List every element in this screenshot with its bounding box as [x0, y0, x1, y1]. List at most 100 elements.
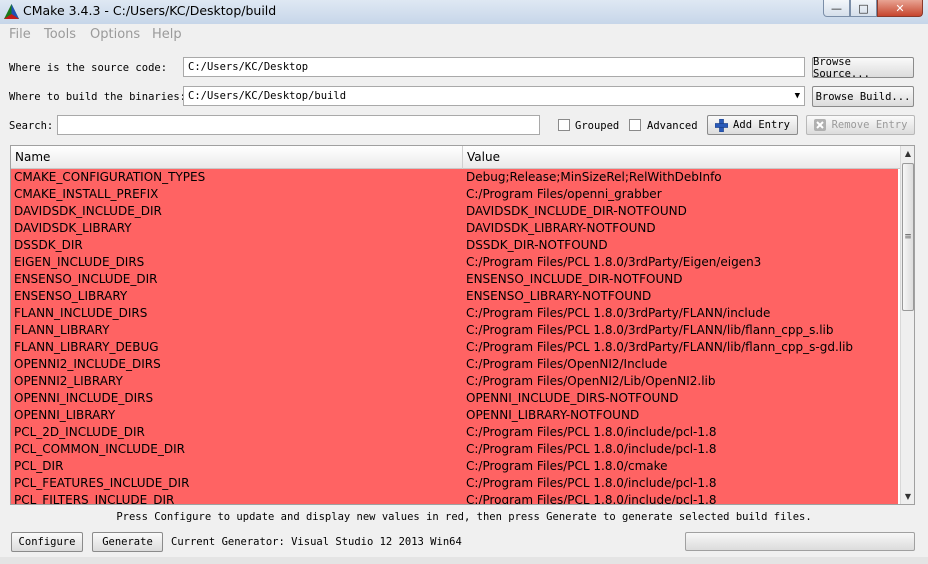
table-row[interactable]: OPENNI_INCLUDE_DIRS OPENNI_INCLUDE_DIRS-N…	[11, 390, 898, 407]
cell-name: DSSDK_DIR	[14, 238, 83, 252]
progress-bar	[685, 532, 915, 551]
table-row[interactable]: CMAKE_INSTALL_PREFIX C:/Program Files/ope…	[11, 186, 898, 203]
browse-build-button[interactable]: Browse Build...	[812, 86, 914, 107]
scroll-up-arrow-icon[interactable]: ▲	[901, 146, 914, 161]
scroll-thumb[interactable]: ≡	[902, 163, 914, 311]
table-row[interactable]: FLANN_LIBRARY_DEBUG C:/Program Files/PCL …	[11, 339, 898, 356]
cell-name: EIGEN_INCLUDE_DIRS	[14, 255, 145, 269]
cell-name: DAVIDSDK_LIBRARY	[14, 221, 132, 235]
build-path-combobox[interactable]: C:/Users/KC/Desktop/build ▼	[183, 86, 805, 106]
cell-name: CMAKE_INSTALL_PREFIX	[14, 187, 159, 201]
menu-help[interactable]: Help	[152, 27, 182, 42]
dropdown-arrow-icon[interactable]: ▼	[795, 89, 800, 104]
cell-value: C:/Program Files/openni_grabber	[466, 187, 662, 201]
cell-name: FLANN_LIBRARY	[14, 323, 110, 337]
remove-entry-button[interactable]: Remove Entry	[806, 115, 915, 135]
table-row[interactable]: DAVIDSDK_INCLUDE_DIR DAVIDSDK_INCLUDE_DIR…	[11, 203, 898, 220]
table-row[interactable]: OPENNI2_INCLUDE_DIRS C:/Program Files/Ope…	[11, 356, 898, 373]
cell-name: PCL_FILTERS_INCLUDE_DIR	[14, 493, 175, 505]
table-row[interactable]: EIGEN_INCLUDE_DIRS C:/Program Files/PCL 1…	[11, 254, 898, 271]
current-generator-label: Current Generator: Visual Studio 12 2013…	[171, 536, 462, 548]
cell-name: PCL_COMMON_INCLUDE_DIR	[14, 442, 185, 456]
generate-button[interactable]: Generate	[92, 532, 163, 552]
table-header: Name Value	[11, 146, 900, 169]
cell-value: C:/Program Files/PCL 1.8.0/3rdParty/FLAN…	[466, 306, 771, 320]
plus-icon	[715, 118, 729, 132]
table-row[interactable]: PCL_FEATURES_INCLUDE_DIR C:/Program Files…	[11, 475, 898, 492]
minimize-icon: —	[831, 1, 842, 15]
search-input[interactable]	[57, 115, 540, 135]
cell-name: FLANN_LIBRARY_DEBUG	[14, 340, 159, 354]
cell-name: PCL_2D_INCLUDE_DIR	[14, 425, 145, 439]
maximize-button[interactable]: □	[850, 0, 877, 17]
minimize-button[interactable]: —	[823, 0, 850, 17]
window-title: CMake 3.4.3 - C:/Users/KC/Desktop/build	[23, 3, 277, 18]
cell-name: CMAKE_CONFIGURATION_TYPES	[14, 170, 206, 184]
table-row[interactable]: FLANN_LIBRARY C:/Program Files/PCL 1.8.0/…	[11, 322, 898, 339]
cmake-logo-icon	[4, 4, 19, 19]
advanced-checkbox[interactable]	[629, 119, 641, 131]
maximize-icon: □	[858, 1, 869, 15]
cell-name: OPENNI2_LIBRARY	[14, 374, 123, 388]
table-row[interactable]: ENSENSO_INCLUDE_DIR ENSENSO_INCLUDE_DIR-N…	[11, 271, 898, 288]
menu-tools[interactable]: Tools	[44, 27, 76, 42]
remove-icon	[813, 119, 826, 131]
menu-options[interactable]: Options	[90, 27, 140, 42]
cell-value: DSSDK_DIR-NOTFOUND	[466, 238, 608, 252]
cell-name: FLANN_INCLUDE_DIRS	[14, 306, 148, 320]
close-icon: ✕	[895, 1, 905, 15]
hint-text: Press Configure to update and display ne…	[116, 511, 812, 523]
cache-table[interactable]: Name Value CMAKE_CONFIGURATION_TYPES Debu…	[10, 145, 915, 505]
table-row[interactable]: DSSDK_DIR DSSDK_DIR-NOTFOUND	[11, 237, 898, 254]
cell-name: PCL_DIR	[14, 459, 64, 473]
cell-value: C:/Program Files/PCL 1.8.0/include/pcl-1…	[466, 425, 717, 439]
column-header-value[interactable]: Value	[467, 150, 500, 164]
source-path-input[interactable]: C:/Users/KC/Desktop	[183, 57, 805, 77]
grouped-checkbox[interactable]	[558, 119, 570, 131]
grouped-label: Grouped	[575, 120, 620, 132]
browse-source-button[interactable]: Browse Source...	[812, 56, 914, 80]
cell-name: OPENNI_LIBRARY	[14, 408, 116, 422]
scroll-down-arrow-icon[interactable]: ▼	[901, 489, 914, 504]
configure-button[interactable]: Configure	[11, 532, 83, 552]
cell-name: DAVIDSDK_INCLUDE_DIR	[14, 204, 162, 218]
cell-value: C:/Program Files/PCL 1.8.0/cmake	[466, 459, 668, 473]
table-row[interactable]: OPENNI_LIBRARY OPENNI_LIBRARY-NOTFOUND	[11, 407, 898, 424]
search-label: Search:	[9, 120, 54, 132]
table-row[interactable]: OPENNI2_LIBRARY C:/Program Files/OpenNI2/…	[11, 373, 898, 390]
menu-file[interactable]: File	[9, 27, 31, 42]
cell-value: OPENNI_LIBRARY-NOTFOUND	[466, 408, 640, 422]
cell-value: C:/Program Files/OpenNI2/Lib/OpenNI2.lib	[466, 374, 716, 388]
cell-value: Debug;Release;MinSizeRel;RelWithDebInfo	[466, 170, 722, 184]
title-bar[interactable]: CMake 3.4.3 - C:/Users/KC/Desktop/build …	[0, 0, 928, 24]
table-row[interactable]: PCL_COMMON_INCLUDE_DIR C:/Program Files/P…	[11, 441, 898, 458]
close-button[interactable]: ✕	[877, 0, 923, 17]
vertical-scrollbar[interactable]: ▲ ≡ ▼	[900, 146, 914, 504]
cell-name: ENSENSO_LIBRARY	[14, 289, 128, 303]
table-row[interactable]: PCL_2D_INCLUDE_DIR C:/Program Files/PCL 1…	[11, 424, 898, 441]
column-divider[interactable]	[462, 146, 463, 169]
scroll-grip-icon: ≡	[904, 232, 912, 242]
table-row[interactable]: CMAKE_CONFIGURATION_TYPES Debug;Release;M…	[11, 169, 898, 186]
advanced-label: Advanced	[647, 120, 698, 132]
table-row[interactable]: PCL_FILTERS_INCLUDE_DIR C:/Program Files/…	[11, 492, 898, 505]
cell-value: ENSENSO_LIBRARY-NOTFOUND	[466, 289, 652, 303]
table-row[interactable]: FLANN_INCLUDE_DIRS C:/Program Files/PCL 1…	[11, 305, 898, 322]
source-label: Where is the source code:	[9, 62, 168, 74]
window-bottom-edge	[0, 557, 928, 564]
cell-value: OPENNI_INCLUDE_DIRS-NOTFOUND	[466, 391, 679, 405]
table-body: CMAKE_CONFIGURATION_TYPES Debug;Release;M…	[11, 169, 898, 505]
menu-bar: File Tools Options Help	[0, 24, 928, 46]
column-header-name[interactable]: Name	[15, 150, 50, 164]
cell-value: C:/Program Files/PCL 1.8.0/include/pcl-1…	[466, 493, 717, 505]
add-entry-button[interactable]: Add Entry	[707, 115, 798, 135]
table-row[interactable]: PCL_DIR C:/Program Files/PCL 1.8.0/cmake	[11, 458, 898, 475]
table-row[interactable]: DAVIDSDK_LIBRARY DAVIDSDK_LIBRARY-NOTFOUN…	[11, 220, 898, 237]
cell-value: DAVIDSDK_INCLUDE_DIR-NOTFOUND	[466, 204, 687, 218]
cell-value: C:/Program Files/PCL 1.8.0/include/pcl-1…	[466, 442, 717, 456]
cell-value: C:/Program Files/PCL 1.8.0/include/pcl-1…	[466, 476, 717, 490]
cell-value: C:/Program Files/PCL 1.8.0/3rdParty/Eige…	[466, 255, 762, 269]
cell-name: OPENNI_INCLUDE_DIRS	[14, 391, 154, 405]
add-entry-label: Add Entry	[733, 119, 790, 131]
table-row[interactable]: ENSENSO_LIBRARY ENSENSO_LIBRARY-NOTFOUND	[11, 288, 898, 305]
